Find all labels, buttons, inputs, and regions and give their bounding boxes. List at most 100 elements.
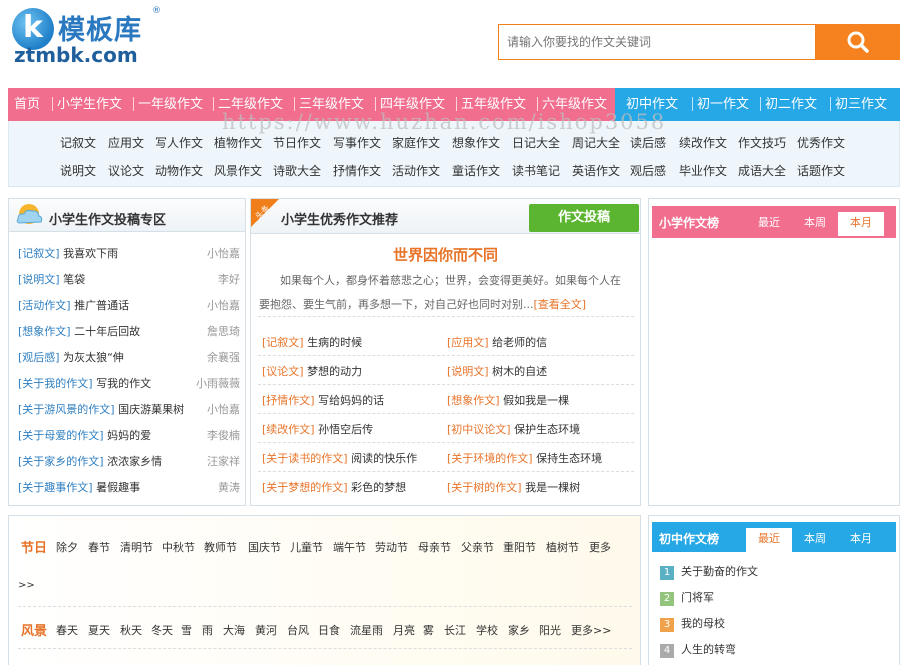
tag-link[interactable]: 教师节 — [204, 539, 237, 555]
submit-essay-button[interactable]: 作文投稿 — [529, 204, 639, 232]
item-title[interactable]: 二十年后回故 — [71, 325, 140, 338]
item-category[interactable]: [关于树的作文] — [447, 481, 522, 494]
tab[interactable]: 最近 — [746, 212, 792, 234]
tag-link[interactable]: 夏天 — [88, 622, 110, 638]
category-link[interactable]: 周记大全 — [572, 134, 620, 151]
list-item[interactable]: [想象作文] 假如我是一棵 — [447, 392, 569, 408]
list-item[interactable]: [说明文] 树木的自述 — [447, 363, 547, 379]
category-link[interactable]: 读书笔记 — [512, 162, 560, 179]
tag-link[interactable]: 植树节 — [546, 539, 579, 555]
tag-link[interactable]: 冬天 — [151, 622, 173, 638]
nav-item[interactable]: 一年级作文 — [138, 88, 203, 121]
list-item[interactable]: [关于树的作文] 我是一棵树 — [447, 479, 580, 495]
list-item[interactable]: [记叙文] 生病的时候 — [262, 334, 362, 350]
tag-link[interactable]: 家乡 — [508, 622, 530, 638]
rank-title[interactable]: 门将军 — [681, 591, 714, 604]
item-category[interactable]: [关于母爱的作文] — [18, 429, 104, 442]
list-item[interactable]: [关于母爱的作文] 妈妈的爱 李俊楠 — [18, 427, 240, 443]
item-title[interactable]: 梦想的动力 — [304, 365, 362, 378]
search-input[interactable] — [498, 24, 816, 60]
category-link[interactable]: 议论文 — [108, 162, 144, 179]
list-item[interactable]: [关于家乡的作文] 浓浓家乡情 汪家祥 — [18, 453, 240, 469]
nav-item[interactable]: 初一作文 — [697, 88, 749, 121]
tag-link[interactable]: 日食 — [318, 622, 340, 638]
category-link[interactable]: 写人作文 — [155, 134, 203, 151]
category-link[interactable]: 节日作文 — [273, 134, 321, 151]
item-category[interactable]: [活动作文] — [18, 299, 71, 312]
nav-item[interactable]: 首页 — [14, 88, 40, 121]
category-link[interactable]: 成语大全 — [738, 162, 786, 179]
category-link[interactable]: 写事作文 — [333, 134, 381, 151]
rank-title[interactable]: 关于勤奋的作文 — [681, 565, 758, 578]
category-link[interactable]: 家庭作文 — [392, 134, 440, 151]
category-link[interactable]: 说明文 — [60, 162, 96, 179]
tag-link[interactable]: 流星雨 — [350, 622, 383, 638]
rank-title[interactable]: 人生的转弯 — [681, 643, 736, 656]
tag-link[interactable]: 端午节 — [333, 539, 366, 555]
item-category[interactable]: [关于家乡的作文] — [18, 455, 104, 468]
category-link[interactable]: 抒情作文 — [333, 162, 381, 179]
item-title[interactable]: 笔袋 — [60, 273, 85, 286]
list-item[interactable]: [关于环境的作文] 保持生态环境 — [447, 450, 602, 466]
category-link[interactable]: 动物作文 — [155, 162, 203, 179]
category-link[interactable]: 想象作文 — [452, 134, 500, 151]
item-title[interactable]: 给老师的信 — [489, 336, 547, 349]
category-link[interactable]: 话题作文 — [797, 162, 845, 179]
rank-title[interactable]: 我的母校 — [681, 617, 725, 630]
item-title[interactable]: 生病的时候 — [304, 336, 362, 349]
category-link[interactable]: 风景作文 — [214, 162, 262, 179]
item-category[interactable]: [说明文] — [447, 365, 489, 378]
item-category[interactable]: [说明文] — [18, 273, 60, 286]
item-category[interactable]: [关于趣事作文] — [18, 481, 93, 494]
item-category[interactable]: [抒情作文] — [262, 394, 315, 407]
category-link[interactable]: 作文技巧 — [738, 134, 786, 151]
tag-link[interactable]: 春天 — [56, 622, 78, 638]
tag-link[interactable]: 除夕 — [56, 539, 78, 555]
tag-link[interactable]: 儿童节 — [290, 539, 323, 555]
tag-link[interactable]: 雪 — [181, 622, 192, 638]
search-button[interactable] — [816, 24, 900, 60]
category-link[interactable]: 应用文 — [108, 134, 144, 151]
rank-item[interactable]: 2 门将军 — [660, 589, 714, 606]
item-title[interactable]: 保护生态环境 — [511, 423, 580, 436]
category-link[interactable]: 观后感 — [630, 162, 666, 179]
list-item[interactable]: [关于趣事作文] 暑假趣事 黄涛 — [18, 479, 240, 495]
nav-item[interactable]: 小学生作文 — [57, 88, 122, 121]
item-category[interactable]: [续改作文] — [262, 423, 315, 436]
list-item[interactable]: [关于我的作文] 写我的作文 小雨薇薇 — [18, 375, 240, 391]
category-link[interactable]: 毕业作文 — [679, 162, 727, 179]
category-link[interactable]: 续改作文 — [679, 134, 727, 151]
tag-link[interactable]: 母亲节 — [418, 539, 451, 555]
list-item[interactable]: [应用文] 给老师的信 — [447, 334, 547, 350]
item-title[interactable]: 妈妈的爱 — [104, 429, 151, 442]
category-link[interactable]: 童话作文 — [452, 162, 500, 179]
headline-link[interactable]: 世界因你而不同 — [250, 244, 641, 265]
item-title[interactable]: 假如我是一棵 — [500, 394, 569, 407]
tag-link[interactable]: 长江 — [444, 622, 466, 638]
item-title[interactable]: 阅读的快乐作 — [348, 452, 417, 465]
list-item[interactable]: [初中议论文] 保护生态环境 — [447, 421, 580, 437]
tab[interactable]: 最近 — [746, 528, 792, 552]
item-category[interactable]: [想象作文] — [447, 394, 500, 407]
item-title[interactable]: 写给妈妈的话 — [315, 394, 384, 407]
tag-link[interactable]: 劳动节 — [375, 539, 408, 555]
item-title[interactable]: 彩色的梦想 — [348, 481, 406, 494]
tag-link[interactable]: 月亮 — [393, 622, 415, 638]
item-category[interactable]: [记叙文] — [262, 336, 304, 349]
tag-link[interactable]: 学校 — [476, 622, 498, 638]
list-item[interactable]: [说明文] 笔袋 李好 — [18, 271, 240, 287]
item-category[interactable]: [关于游风景的作文] — [18, 403, 115, 416]
item-category[interactable]: [记叙文] — [18, 247, 60, 260]
item-title[interactable]: 我喜欢下雨 — [60, 247, 118, 260]
tag-link[interactable]: 重阳节 — [503, 539, 536, 555]
category-link[interactable]: 日记大全 — [512, 134, 560, 151]
tag-link[interactable]: 更多 — [589, 539, 611, 555]
tag-link[interactable]: 黄河 — [255, 622, 277, 638]
list-item[interactable]: [续改作文] 孙悟空后传 — [262, 421, 373, 437]
item-title[interactable]: 国庆游菓果树 — [115, 403, 184, 416]
item-title[interactable]: 孙悟空后传 — [315, 423, 373, 436]
logo-domain[interactable]: ztmbk.com — [14, 43, 138, 67]
tag-link[interactable]: 父亲节 — [461, 539, 494, 555]
tab[interactable]: 本月 — [838, 528, 884, 550]
item-title[interactable]: 浓浓家乡情 — [104, 455, 162, 468]
